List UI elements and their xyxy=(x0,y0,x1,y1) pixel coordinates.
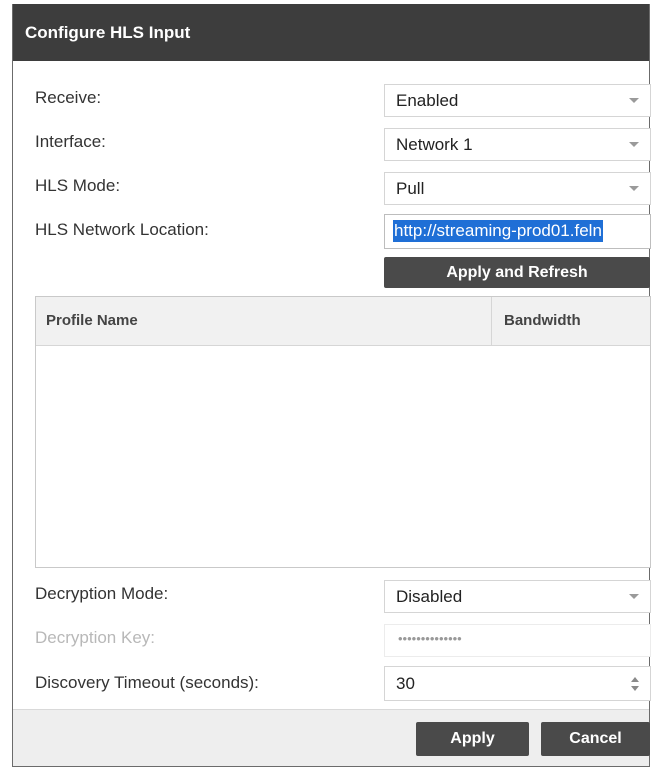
dropdown-caret-icon xyxy=(629,142,639,147)
decryption-mode-select-value: Disabled xyxy=(396,587,463,606)
hls-network-location-label: HLS Network Location: xyxy=(35,220,209,239)
decryption-key-input: •••••••••••••• xyxy=(384,624,651,657)
hls-mode-label: HLS Mode: xyxy=(35,176,121,195)
configure-hls-input-dialog: Configure HLS Input Receive: Enabled Int… xyxy=(12,4,651,767)
dropdown-caret-icon xyxy=(629,186,639,191)
dropdown-caret-icon xyxy=(629,98,639,103)
hls-network-location-selected-text: http://streaming-prod01.feln xyxy=(393,220,603,242)
hls-mode-select[interactable]: Pull xyxy=(384,172,651,205)
dialog-title: Configure HLS Input xyxy=(13,4,649,61)
interface-select[interactable]: Network 1 xyxy=(384,128,651,161)
hls-network-location-input[interactable]: http://streaming-prod01.feln xyxy=(384,214,651,249)
decryption-key-masked-value: •••••••••••••• xyxy=(398,631,462,646)
profiles-table-header: Profile Name Bandwidth xyxy=(36,297,650,346)
discovery-timeout-value: 30 xyxy=(396,674,415,693)
column-header-profile-name[interactable]: Profile Name xyxy=(36,297,492,345)
apply-and-refresh-button[interactable]: Apply and Refresh xyxy=(384,257,650,288)
column-header-bandwidth[interactable]: Bandwidth xyxy=(492,297,650,345)
dropdown-caret-icon xyxy=(629,594,639,599)
receive-label: Receive: xyxy=(35,88,102,107)
receive-select-value: Enabled xyxy=(396,91,459,110)
decryption-mode-label: Decryption Mode: xyxy=(35,584,169,603)
receive-select[interactable]: Enabled xyxy=(384,84,651,117)
interface-label: Interface: xyxy=(35,132,106,151)
discovery-timeout-stepper[interactable]: 30 xyxy=(384,666,651,701)
discovery-timeout-label: Discovery Timeout (seconds): xyxy=(35,673,259,692)
dialog-footer: Apply Cancel xyxy=(13,709,650,766)
hls-mode-select-value: Pull xyxy=(396,179,425,198)
profiles-table: Profile Name Bandwidth xyxy=(35,296,651,568)
decryption-key-label: Decryption Key: xyxy=(35,628,155,647)
interface-select-value: Network 1 xyxy=(396,135,473,154)
spinner-down-icon[interactable] xyxy=(631,686,639,691)
cancel-button[interactable]: Cancel xyxy=(541,722,650,756)
decryption-mode-select[interactable]: Disabled xyxy=(384,580,651,613)
apply-button[interactable]: Apply xyxy=(416,722,529,756)
spinner-up-icon[interactable] xyxy=(631,677,639,682)
